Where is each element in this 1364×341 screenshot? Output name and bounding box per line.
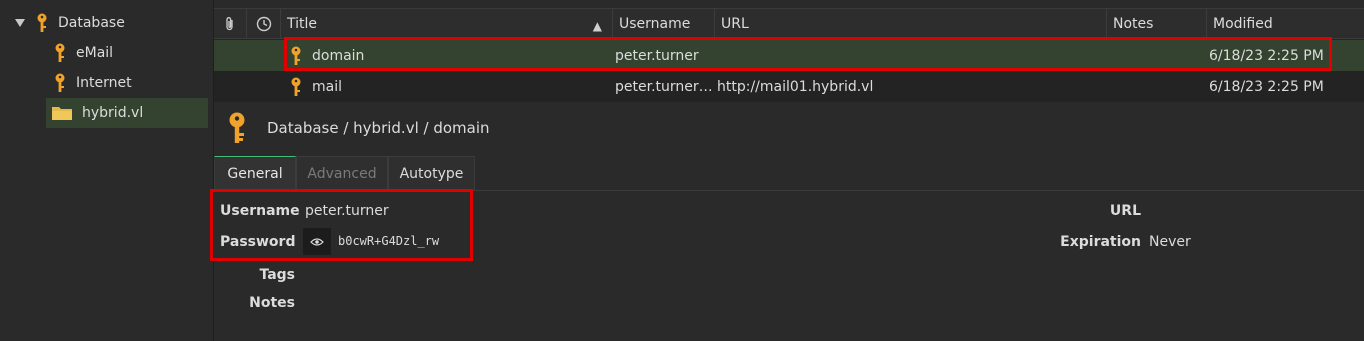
entry-title: domain [312,47,365,64]
tab-advanced: Advanced [296,156,388,190]
tree-root-label: Database [58,15,125,31]
table-header: Title ▲ Username URL Notes Modified [214,9,1364,39]
key-icon [291,46,301,65]
tree-item-email[interactable]: eMail [54,38,113,68]
credentials-highlight-box [210,189,473,261]
clock-icon [256,16,271,32]
entry-modified: 6/18/23 2:25 PM [1209,47,1324,64]
notes-label: Notes [249,295,295,311]
sort-ascending-icon: ▲ [592,19,602,33]
username-column-header[interactable]: Username [612,9,714,39]
toggle-password-visibility-button[interactable] [303,228,331,255]
username-label: Username [220,203,300,219]
key-icon [291,77,301,96]
tab-general[interactable]: General [214,156,296,190]
attachment-column-header[interactable] [214,9,246,39]
table-row[interactable]: domain peter.turner 6/18/23 2:25 PM [214,40,1364,71]
tab-autotype[interactable]: Autotype [388,156,475,190]
tree-item-internet[interactable]: Internet [54,68,132,98]
tree-root-database[interactable]: Database [14,8,125,38]
tags-label: Tags [259,267,295,283]
eye-icon [310,237,324,246]
password-label: Password [220,234,296,250]
password-value[interactable]: b0cwR+G4Dzl_rw [338,234,439,248]
tree-item-label: eMail [76,45,114,61]
tree-item-label: Internet [76,75,132,91]
url-label: URL [1109,203,1141,219]
expiry-column-header[interactable] [246,9,280,39]
entry-title: mail [312,78,342,95]
entry-key-icon [229,112,245,143]
url-column-header[interactable]: URL [714,9,1106,39]
tree-item-label: hybrid.vl [82,105,144,121]
paperclip-icon [226,17,233,31]
key-icon [55,43,65,62]
entry-table: Title ▲ Username URL Notes Modified doma… [214,8,1364,102]
table-row[interactable]: mail peter.turner… http://mail01.hybrid.… [214,71,1364,102]
collapse-arrow-icon[interactable] [14,17,26,29]
username-value[interactable]: peter.turner [305,203,389,219]
tab-divider [214,190,1364,191]
entry-username: peter.turner [615,47,699,64]
key-icon [37,13,47,32]
expiration-label: Expiration [1060,234,1141,250]
key-icon [55,73,65,92]
entry-url: http://mail01.hybrid.vl [717,78,874,95]
entry-modified: 6/18/23 2:25 PM [1209,78,1324,95]
notes-column-header[interactable]: Notes [1106,9,1206,39]
group-tree: Database eMail Internet hybrid.vl [0,0,213,341]
expiration-value: Never [1149,234,1191,250]
entry-username: peter.turner… [615,78,713,95]
detail-tabs: General Advanced Autotype [214,156,475,190]
tree-item-hybrid-vl[interactable]: hybrid.vl [46,98,208,128]
entry-key-icon [290,71,302,102]
modified-column-header[interactable]: Modified [1206,9,1364,39]
entry-breadcrumb: Database / hybrid.vl / domain [267,119,490,137]
title-column-header[interactable]: Title ▲ [280,9,612,39]
folder-icon [52,107,72,120]
entry-key-icon [290,40,302,71]
